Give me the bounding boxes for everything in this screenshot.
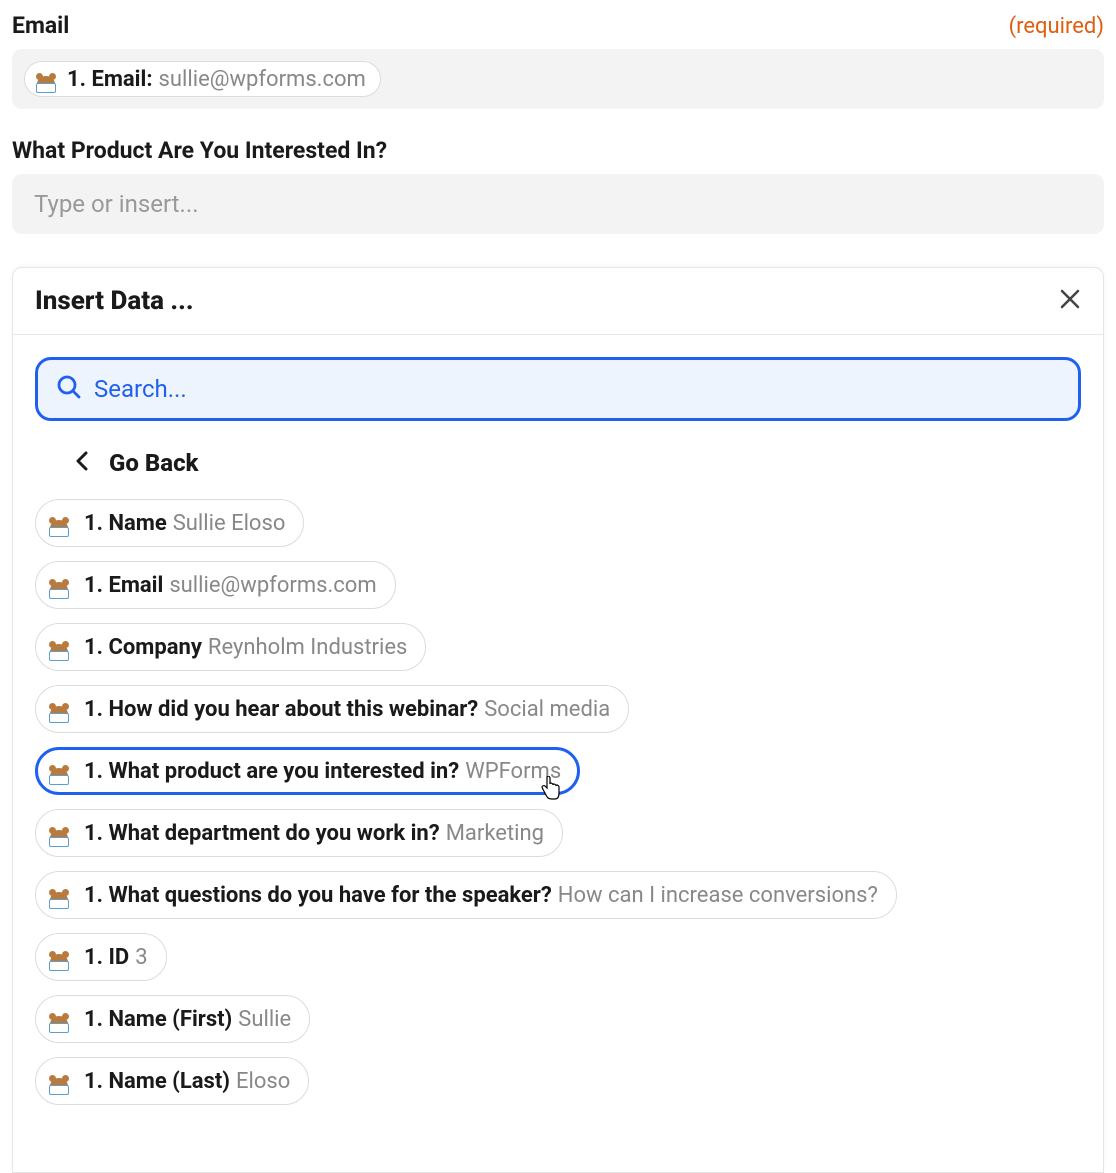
chip-prefix: 1. Name (Last) xyxy=(84,1069,230,1094)
chip-value: 3 xyxy=(135,945,147,970)
wpforms-icon xyxy=(46,634,72,660)
chip-prefix: 1. ID xyxy=(84,945,129,970)
wpforms-icon xyxy=(46,820,72,846)
chip-value: How can I increase conversions? xyxy=(558,883,878,908)
email-token[interactable]: 1. Email: sullie@wpforms.com xyxy=(24,61,381,97)
data-chip[interactable]: 1. What product are you interested in?WP… xyxy=(35,747,580,795)
chip-value: Reynholm Industries xyxy=(208,635,407,660)
data-chip[interactable]: 1. CompanyReynholm Industries xyxy=(35,623,426,671)
chip-prefix: 1. How did you hear about this webinar? xyxy=(84,697,478,722)
wpforms-icon xyxy=(46,882,72,908)
data-chip[interactable]: 1. NameSullie Eloso xyxy=(35,499,304,547)
chip-prefix: 1. Name xyxy=(84,511,167,536)
data-chip[interactable]: 1. What questions do you have for the sp… xyxy=(35,871,897,919)
search-input[interactable] xyxy=(94,375,1060,403)
chip-value: Eloso xyxy=(236,1069,290,1094)
chip-value: sullie@wpforms.com xyxy=(169,573,376,598)
chip-value: Sullie xyxy=(238,1007,291,1032)
wpforms-icon xyxy=(46,944,72,970)
data-list[interactable]: 1. NameSullie Eloso1. Emailsullie@wpform… xyxy=(13,499,1103,1172)
product-field[interactable]: Type or insert... xyxy=(12,174,1104,234)
email-field[interactable]: 1. Email: sullie@wpforms.com xyxy=(12,49,1104,109)
search-icon xyxy=(56,374,82,404)
email-token-value: sullie@wpforms.com xyxy=(159,67,366,92)
product-label: What Product Are You Interested In? xyxy=(12,137,387,164)
go-back-label: Go Back xyxy=(109,449,199,477)
email-token-prefix: 1. Email: xyxy=(67,67,153,92)
wpforms-icon xyxy=(46,1006,72,1032)
wpforms-icon xyxy=(46,758,72,784)
chip-prefix: 1. What department do you work in? xyxy=(84,821,440,846)
wpforms-icon xyxy=(46,1068,72,1094)
wpforms-icon xyxy=(46,696,72,722)
search-input-wrap[interactable] xyxy=(35,357,1081,421)
chip-value: WPForms xyxy=(465,759,561,784)
chip-prefix: 1. What questions do you have for the sp… xyxy=(84,883,552,908)
chip-value: Sullie Eloso xyxy=(173,511,286,536)
go-back-button[interactable]: Go Back xyxy=(13,431,1103,499)
close-icon[interactable] xyxy=(1059,287,1081,315)
wpforms-icon xyxy=(33,66,59,92)
data-chip[interactable]: 1. ID3 xyxy=(35,933,167,981)
wpforms-icon xyxy=(46,510,72,536)
data-chip[interactable]: 1. Emailsullie@wpforms.com xyxy=(35,561,396,609)
chip-prefix: 1. Company xyxy=(84,635,202,660)
modal-title: Insert Data ... xyxy=(35,286,194,316)
chip-prefix: 1. Email xyxy=(84,573,163,598)
data-chip[interactable]: 1. How did you hear about this webinar?S… xyxy=(35,685,629,733)
chip-value: Social media xyxy=(484,697,610,722)
data-chip[interactable]: 1. What department do you work in?Market… xyxy=(35,809,563,857)
required-indicator: (required) xyxy=(1009,14,1104,39)
wpforms-icon xyxy=(46,572,72,598)
insert-data-modal: Insert Data ... Go Back 1. NameSullie El… xyxy=(12,267,1104,1173)
chip-prefix: 1. What product are you interested in? xyxy=(84,759,459,784)
email-label: Email xyxy=(12,12,69,39)
data-chip[interactable]: 1. Name (Last)Eloso xyxy=(35,1057,309,1105)
data-chip[interactable]: 1. Name (First)Sullie xyxy=(35,995,310,1043)
chip-value: Marketing xyxy=(446,821,544,846)
chevron-left-icon xyxy=(75,451,89,476)
chip-prefix: 1. Name (First) xyxy=(84,1007,232,1032)
